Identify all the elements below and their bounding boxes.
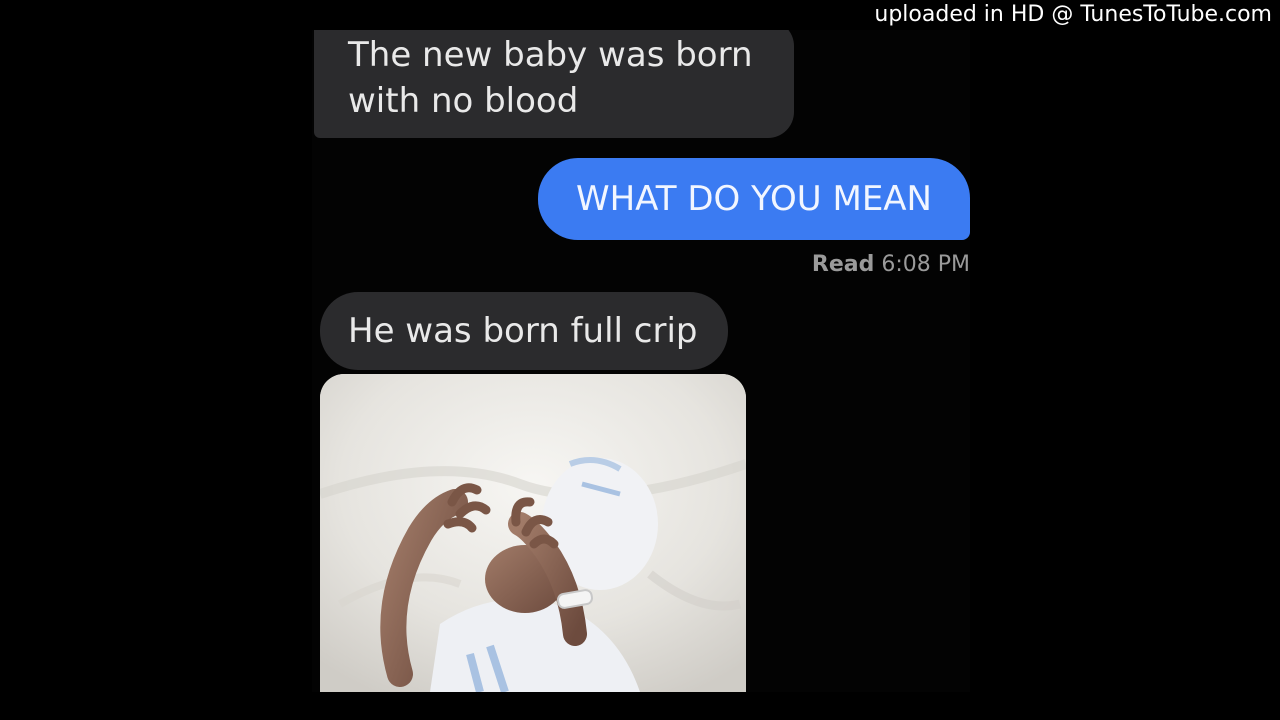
- image-attachment[interactable]: [320, 374, 746, 692]
- read-label: Read: [811, 252, 875, 277]
- read-time: 6:08 PM: [881, 252, 970, 277]
- message-text-line: The new baby was born: [348, 35, 753, 75]
- watermark-text: uploaded in HD @ TunesToTube.com: [874, 2, 1272, 27]
- message-text: WHAT DO YOU MEAN: [575, 179, 932, 219]
- read-receipt: Read 6:08 PM: [812, 252, 970, 277]
- outgoing-message-bubble[interactable]: WHAT DO YOU MEAN: [538, 158, 970, 240]
- incoming-message-bubble[interactable]: He was born full crip: [320, 292, 728, 370]
- message-text-line: with no blood: [348, 81, 579, 121]
- message-text: He was born full crip: [348, 311, 698, 351]
- baby-photo-image: [320, 374, 746, 692]
- message-thread: The new baby was born with no blood WHAT…: [312, 30, 970, 692]
- incoming-message-bubble[interactable]: The new baby was born with no blood: [314, 30, 794, 138]
